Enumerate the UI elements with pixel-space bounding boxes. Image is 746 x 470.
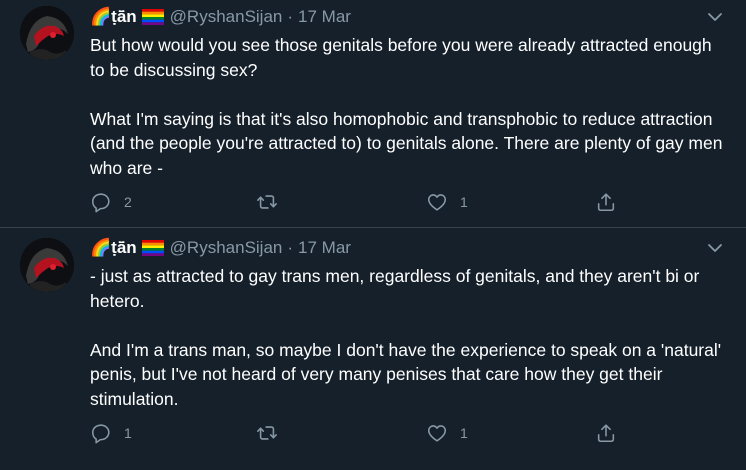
like-button[interactable]: 1 (426, 191, 468, 213)
chevron-down-icon[interactable] (706, 239, 724, 257)
retweet-icon (257, 195, 277, 209)
like-icon (427, 194, 447, 211)
avatar[interactable] (20, 6, 74, 60)
handle[interactable]: @RyshanSijan (170, 238, 283, 258)
like-count: 1 (460, 194, 468, 210)
tweet-paragraph: What I'm saying is that it's also homoph… (90, 108, 723, 178)
retweet-icon (257, 426, 277, 440)
reply-icon (91, 424, 110, 444)
tweet-header: 🌈ṭā̈n @RyshanSijan · 17 Mar (90, 237, 351, 259)
like-button[interactable]: 1 (426, 422, 468, 444)
reply-icon (91, 193, 110, 213)
tweet-actions: 1 1 (90, 421, 630, 445)
avatar[interactable] (20, 238, 74, 292)
tweet-actions: 2 1 (90, 190, 630, 214)
tweet-text: But how would you see those genitals bef… (90, 33, 726, 180)
separator: · (287, 238, 294, 257)
retweet-button[interactable] (256, 191, 290, 213)
chevron-down-icon[interactable] (706, 8, 724, 26)
tweet-text: - just as attracted to gay trans men, re… (90, 264, 726, 411)
separator: · (287, 7, 294, 26)
handle[interactable]: @RyshanSijan (170, 7, 283, 27)
tweet-2[interactable]: 🌈ṭā̈n @RyshanSijan · 17 Mar - just as at… (0, 228, 746, 470)
share-icon (597, 424, 615, 443)
retweet-button[interactable] (256, 422, 290, 444)
reply-count: 1 (124, 425, 132, 441)
reply-count: 2 (124, 194, 132, 210)
timestamp[interactable]: 17 Mar (298, 238, 351, 258)
display-name[interactable]: 🌈ṭā̈n (90, 7, 164, 27)
tweet-paragraph: And I'm a trans man, so maybe I don't ha… (90, 339, 722, 409)
share-icon (597, 193, 615, 212)
like-icon (427, 425, 447, 442)
tweet-1[interactable]: 🌈ṭā̈n @RyshanSijan · 17 Mar But how woul… (0, 0, 746, 228)
tweet-header: 🌈ṭā̈n @RyshanSijan · 17 Mar (90, 6, 351, 28)
timestamp[interactable]: 17 Mar (298, 7, 351, 27)
rainbow-flag-icon (141, 9, 164, 25)
display-name[interactable]: 🌈ṭā̈n (90, 238, 164, 258)
tweet-paragraph: - just as attracted to gay trans men, re… (90, 266, 700, 311)
reply-button[interactable]: 2 (90, 191, 132, 213)
rainbow-flag-icon (141, 240, 164, 256)
share-button[interactable] (595, 422, 617, 444)
share-button[interactable] (595, 191, 617, 213)
like-count: 1 (460, 425, 468, 441)
reply-button[interactable]: 1 (90, 422, 132, 444)
tweet-paragraph: But how would you see those genitals bef… (90, 35, 712, 80)
